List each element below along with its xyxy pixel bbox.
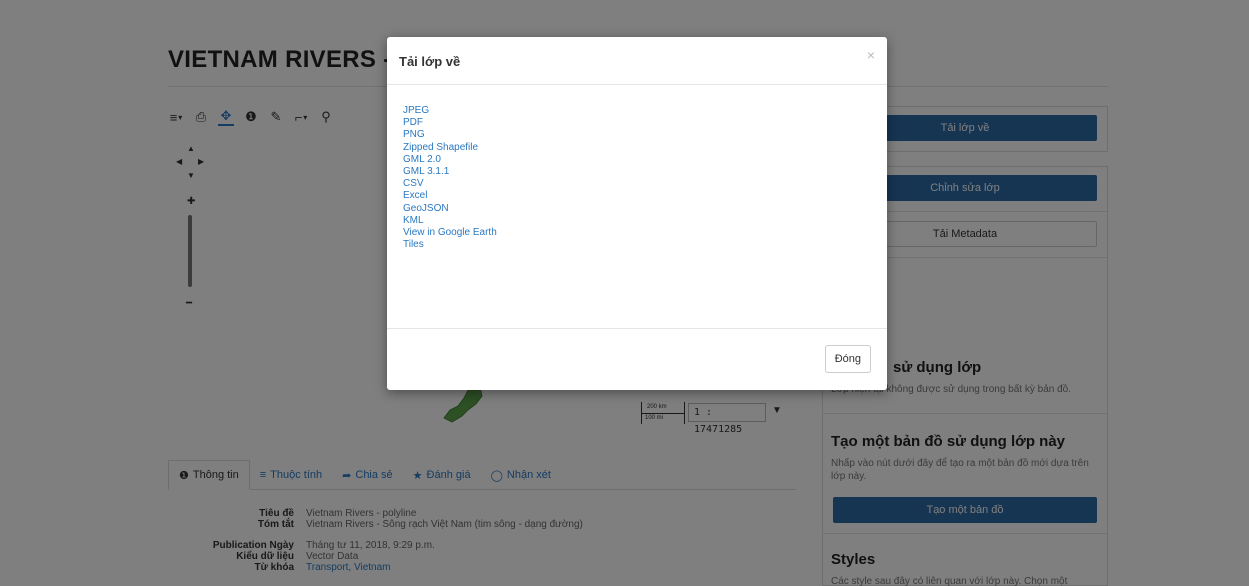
format-link-tiles[interactable]: Tiles bbox=[403, 239, 497, 251]
format-list: JPEG PDF PNG Zipped Shapefile GML 2.0 GM… bbox=[403, 105, 497, 251]
format-link-jpeg[interactable]: JPEG bbox=[403, 105, 497, 117]
format-link-gml2[interactable]: GML 2.0 bbox=[403, 154, 497, 166]
format-link-kml[interactable]: KML bbox=[403, 215, 497, 227]
format-link-geojson[interactable]: GeoJSON bbox=[403, 203, 497, 215]
format-link-excel[interactable]: Excel bbox=[403, 190, 497, 202]
modal-footer: Đóng bbox=[387, 328, 887, 390]
format-link-gml311[interactable]: GML 3.1.1 bbox=[403, 166, 497, 178]
format-link-shapefile[interactable]: Zipped Shapefile bbox=[403, 142, 497, 154]
format-link-google-earth[interactable]: View in Google Earth bbox=[403, 227, 497, 239]
close-icon[interactable]: × bbox=[867, 47, 875, 63]
modal-title: Tải lớp về bbox=[399, 54, 461, 69]
download-layer-modal: Tải lớp về × JPEG PDF PNG Zipped Shapefi… bbox=[387, 37, 887, 390]
format-link-csv[interactable]: CSV bbox=[403, 178, 497, 190]
modal-header: Tải lớp về × bbox=[387, 37, 887, 85]
format-link-png[interactable]: PNG bbox=[403, 129, 497, 141]
close-modal-button[interactable]: Đóng bbox=[824, 345, 871, 373]
format-link-pdf[interactable]: PDF bbox=[403, 117, 497, 129]
